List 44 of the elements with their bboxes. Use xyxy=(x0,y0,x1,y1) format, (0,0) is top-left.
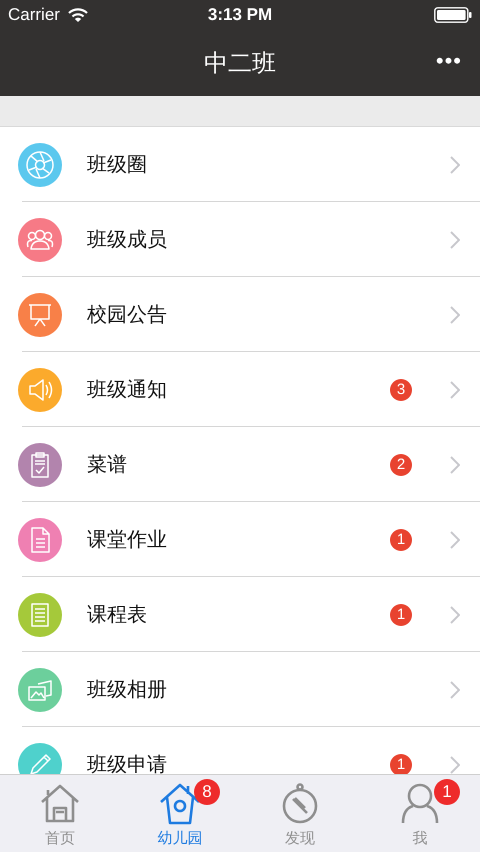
battery-icon xyxy=(434,7,472,23)
chevron-icon xyxy=(450,230,460,248)
page-title: 中二班 xyxy=(204,48,276,79)
clock-time: 3:13 PM xyxy=(208,5,272,25)
wifi-icon xyxy=(68,8,88,22)
chevron-icon xyxy=(450,680,460,698)
chevron-icon xyxy=(450,530,460,548)
menu-row[interactable]: 课堂作业 1 xyxy=(0,502,480,577)
tab-label: 首页 xyxy=(45,829,75,848)
tab-item[interactable]: 1 我 xyxy=(360,775,480,852)
menu-label: 课堂作业 xyxy=(87,526,168,553)
menu-row[interactable]: 课程表 1 xyxy=(0,577,480,652)
menu-row[interactable]: 校园公告 xyxy=(0,277,480,352)
menu-row[interactable]: 菜谱 2 xyxy=(0,427,480,502)
count-badge: 3 xyxy=(390,378,412,400)
chevron-icon xyxy=(450,456,460,474)
chevron-icon xyxy=(450,306,460,324)
menu-row[interactable]: 班级圈 xyxy=(0,127,480,202)
menu-row[interactable]: 班级成员 xyxy=(0,202,480,277)
count-badge: 8 xyxy=(194,779,220,805)
menu-label: 班级圈 xyxy=(87,151,148,178)
count-badge: 1 xyxy=(390,528,412,550)
carrier-label: Carrier xyxy=(8,5,60,25)
menu-row[interactable]: 班级相册 xyxy=(0,652,480,727)
menu-label: 班级通知 xyxy=(87,376,168,403)
chevron-icon xyxy=(450,380,460,398)
chevron-icon xyxy=(450,156,460,174)
menu-label: 菜谱 xyxy=(87,451,128,478)
tab-label: 幼儿园 xyxy=(158,829,202,848)
count-badge: 1 xyxy=(390,604,412,626)
menu-label: 班级相册 xyxy=(87,676,168,703)
menu-row[interactable]: 班级通知 3 xyxy=(0,352,480,427)
chevron-icon xyxy=(450,606,460,624)
tab-item[interactable]: 8 幼儿园 xyxy=(120,775,240,852)
count-badge: 2 xyxy=(390,454,412,476)
tab-label: 我 xyxy=(412,829,428,848)
tab-label: 发现 xyxy=(285,829,315,848)
menu-label: 班级申请 xyxy=(87,751,168,774)
menu-label: 班级成员 xyxy=(87,226,168,253)
count-badge: 1 xyxy=(434,779,460,805)
menu-label: 课程表 xyxy=(87,601,148,628)
count-badge: 1 xyxy=(390,754,412,774)
more-button[interactable]: ••• xyxy=(432,48,466,74)
menu-label: 校园公告 xyxy=(87,301,168,328)
